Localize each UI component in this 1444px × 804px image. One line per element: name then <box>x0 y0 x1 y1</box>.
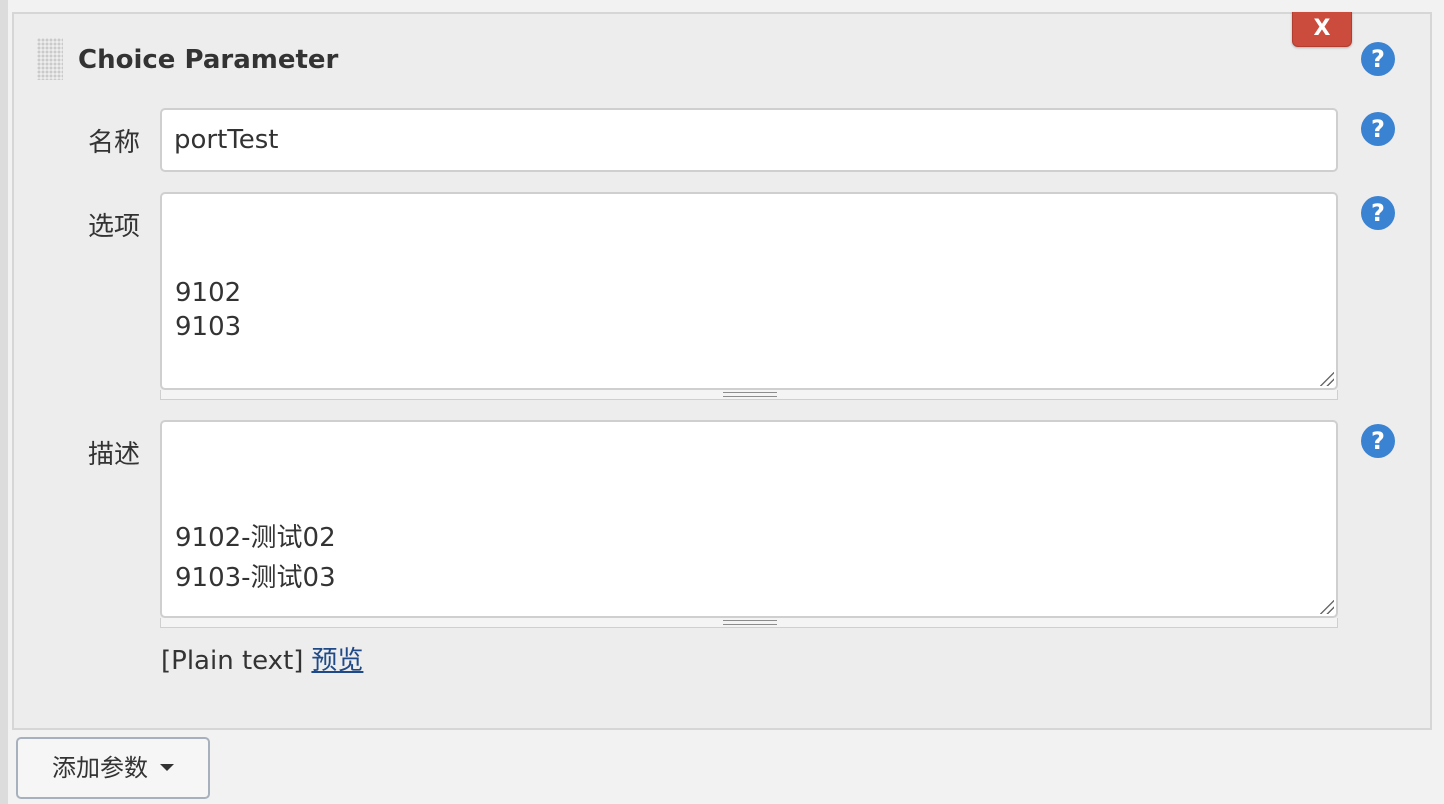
drag-handle-icon[interactable] <box>37 38 63 80</box>
add-parameter-button[interactable]: 添加参数 <box>16 737 210 799</box>
grip-lines-icon <box>723 392 777 397</box>
help-icon[interactable]: ? <box>1361 424 1395 458</box>
resize-corner-icon[interactable] <box>1320 600 1334 614</box>
add-parameter-label: 添加参数 <box>52 754 148 782</box>
name-field[interactable]: portTest <box>160 108 1338 172</box>
help-icon[interactable]: ? <box>1361 112 1395 146</box>
description-textarea[interactable]: 9102-测试02 9103-测试03 <box>160 420 1338 618</box>
description-resize-grip[interactable] <box>160 618 1338 628</box>
description-line: 9102-测试02 <box>175 523 336 553</box>
choices-resize-grip[interactable] <box>160 390 1338 400</box>
preview-link[interactable]: 预览 <box>311 646 363 676</box>
plain-text-label: [Plain text] <box>161 646 304 676</box>
resize-corner-icon[interactable] <box>1320 372 1334 386</box>
format-note: [Plain text] 预览 <box>161 640 363 677</box>
description-line: 9103-测试03 <box>175 563 336 593</box>
grip-lines-icon <box>723 620 777 625</box>
choices-label: 选项 <box>87 212 140 242</box>
delete-parameter-button[interactable]: X <box>1292 12 1352 47</box>
name-label: 名称 <box>87 128 140 158</box>
choice-line: 9102 <box>175 278 242 308</box>
caret-down-icon <box>160 763 174 771</box>
help-icon[interactable]: ? <box>1361 42 1395 76</box>
left-border-rule <box>0 0 8 804</box>
help-icon[interactable]: ? <box>1361 196 1395 230</box>
choice-line: 9103 <box>175 312 242 342</box>
description-label: 描述 <box>87 440 140 470</box>
panel-title: Choice Parameter <box>78 45 339 75</box>
choices-textarea[interactable]: 9102 9103 <box>160 192 1338 390</box>
